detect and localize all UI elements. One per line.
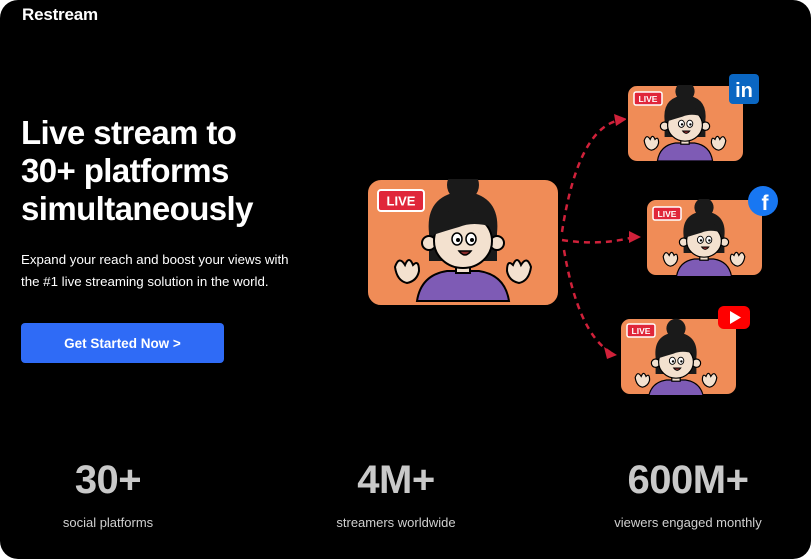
stream-arrows (560, 118, 635, 354)
facebook-stream-card: LIVE f (645, 186, 778, 277)
stat-label: viewers engaged monthly (614, 515, 762, 530)
stat-value: 600M+ (627, 458, 749, 502)
stat-value: 30+ (74, 458, 142, 502)
live-badge: LIVE (658, 209, 677, 219)
stat-value: 4M+ (357, 458, 435, 502)
subtitle-line: Expand your reach and boost your views w… (21, 252, 289, 267)
stat-label: streamers worldwide (336, 515, 456, 530)
get-started-button[interactable]: Get Started Now > (21, 323, 224, 363)
live-badge: LIVE (387, 194, 416, 209)
linkedin-stream-card: LIVE in (626, 74, 759, 163)
hero-subtitle: Expand your reach and boost your views w… (21, 249, 321, 293)
headline-line: 30+ platforms (21, 152, 229, 189)
multistream-illustration: LIVE LIVE in LIVE f LIVE (366, 74, 778, 396)
headline-line: Live stream to (21, 114, 237, 151)
live-badge: LIVE (632, 326, 651, 336)
live-badge: LIVE (639, 94, 658, 104)
facebook-icon: f (748, 186, 778, 216)
svg-text:in: in (735, 80, 753, 102)
subtitle-line: the #1 live streaming solution in the wo… (21, 274, 269, 289)
hero-headline: Live stream to 30+ platforms simultaneou… (21, 114, 351, 228)
stat-streamers: 4M+ streamers worldwide (316, 458, 476, 530)
svg-text:f: f (762, 192, 770, 215)
headline-line: simultaneously (21, 190, 253, 227)
stat-label: social platforms (62, 515, 154, 530)
stat-social-platforms: 30+ social platforms (38, 458, 178, 530)
brand-logo[interactable]: Restream (22, 5, 98, 25)
source-stream-card: LIVE (366, 178, 560, 307)
linkedin-icon: in (729, 74, 759, 104)
stat-viewers: 600M+ viewers engaged monthly (598, 458, 778, 530)
page: Restream Live stream to 30+ platforms si… (0, 0, 811, 559)
youtube-stream-card: LIVE (619, 306, 750, 396)
youtube-icon (718, 306, 750, 329)
